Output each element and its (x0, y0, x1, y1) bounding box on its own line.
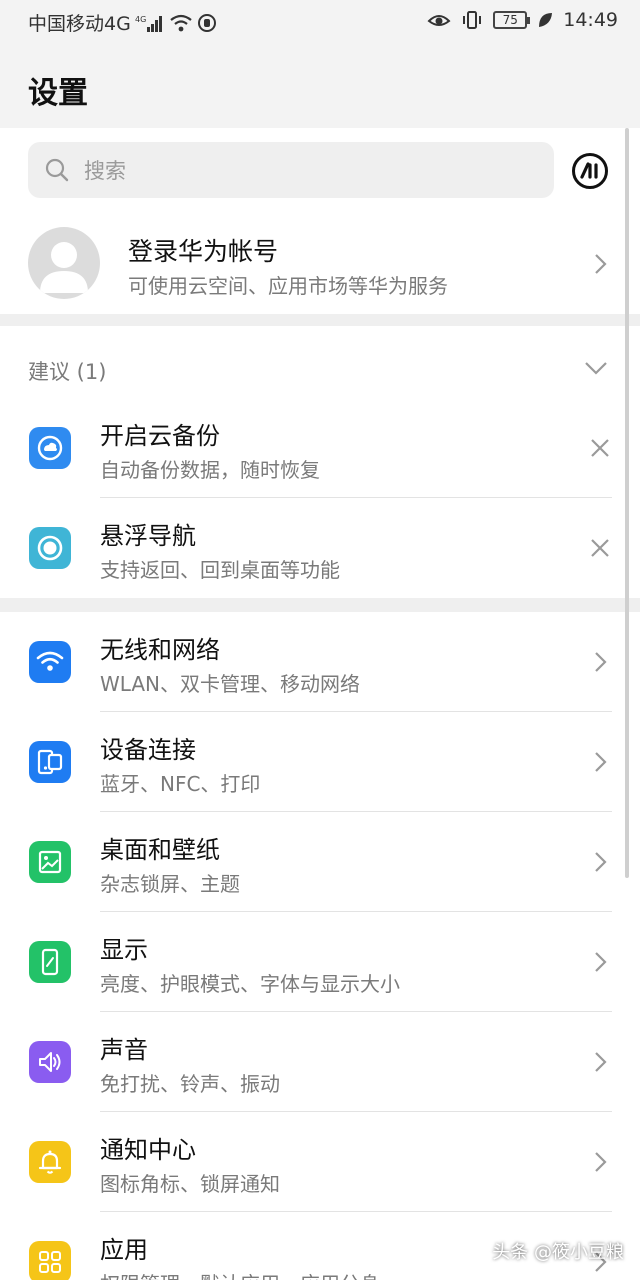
suggestion-subtitle: 支持返回、回到桌面等功能 (100, 558, 340, 582)
status-bar: 中国移动4G 4G 75 14:49 (0, 0, 640, 44)
sound-icon (29, 1041, 71, 1083)
suggestions-section: 建议 (1) 开启云备份 自动备份数据，随时恢复 悬浮导航 支持返回、回到桌面等… (0, 326, 640, 598)
item-title: 设备连接 (100, 736, 196, 764)
chevron-right-icon (595, 1152, 607, 1172)
account-title: 登录华为帐号 (128, 237, 279, 266)
header: 设置 (0, 44, 640, 128)
settings-list: 无线和网络 WLAN、双卡管理、移动网络 设备连接 蓝牙、NFC、打印 桌面和壁… (0, 612, 640, 1280)
suggestion-cloud-backup[interactable]: 开启云备份 自动备份数据，随时恢复 (0, 398, 640, 498)
search-icon (45, 158, 69, 182)
device-connect-icon (29, 741, 71, 783)
suggestion-subtitle: 自动备份数据，随时恢复 (100, 458, 320, 482)
account-subtitle: 可使用云空间、应用市场等华为服务 (128, 274, 448, 298)
wallpaper-icon (29, 841, 71, 883)
chevron-down-icon[interactable] (584, 360, 608, 376)
settings-item-device-connect[interactable]: 设备连接 蓝牙、NFC、打印 (0, 712, 640, 812)
settings-item-sound[interactable]: 声音 免打扰、铃声、振动 (0, 1012, 640, 1112)
clock: 14:49 (563, 9, 618, 31)
chevron-right-icon (595, 652, 607, 672)
vibrate-icon (463, 11, 482, 29)
search-input[interactable]: 搜索 (28, 142, 554, 198)
close-icon[interactable] (590, 536, 610, 560)
suggestion-title: 开启云备份 (100, 422, 220, 450)
status-left: 中国移动4G 4G (28, 9, 217, 36)
signal-icon: 4G (135, 15, 162, 32)
settings-item-wireless[interactable]: 无线和网络 WLAN、双卡管理、移动网络 (0, 612, 640, 712)
item-title: 桌面和壁纸 (100, 836, 220, 864)
settings-item-notifications[interactable]: 通知中心 图标角标、锁屏通知 (0, 1112, 640, 1212)
scrollbar[interactable] (625, 128, 629, 878)
apps-icon (29, 1241, 71, 1280)
huawei-assistant-icon[interactable] (571, 152, 609, 190)
suggestion-title: 悬浮导航 (100, 522, 196, 550)
account-row[interactable]: 登录华为帐号 可使用云空间、应用市场等华为服务 (0, 218, 640, 314)
eye-comfort-icon (427, 15, 451, 26)
section-divider (0, 598, 640, 612)
item-title: 应用 (100, 1236, 148, 1264)
floating-nav-icon (29, 527, 71, 569)
chevron-right-icon (595, 952, 607, 972)
wifi-status-icon (170, 14, 192, 31)
item-subtitle: 权限管理、默认应用、应用分身 (100, 1268, 380, 1280)
status-right: 75 14:49 (427, 9, 618, 31)
item-title: 无线和网络 (100, 636, 220, 664)
chevron-right-icon (595, 1052, 607, 1072)
wifi-icon (29, 641, 71, 683)
settings-item-display[interactable]: 显示 亮度、护眼模式、字体与显示大小 (0, 912, 640, 1012)
item-title: 显示 (100, 936, 148, 964)
hand-status-icon (197, 13, 216, 32)
suggestions-label: 建议 (1) (28, 360, 107, 384)
section-divider (0, 314, 640, 326)
item-subtitle: 蓝牙、NFC、打印 (100, 772, 261, 796)
user-avatar-icon (40, 242, 88, 293)
display-icon (29, 941, 71, 983)
item-subtitle: WLAN、双卡管理、移动网络 (100, 672, 361, 696)
bell-icon (29, 1141, 71, 1183)
chevron-right-icon (595, 752, 607, 772)
chevron-right-icon (595, 852, 607, 872)
avatar (28, 227, 100, 299)
item-subtitle: 亮度、护眼模式、字体与显示大小 (100, 972, 400, 996)
cloud-backup-icon (29, 427, 71, 469)
page-title: 设置 (28, 76, 88, 111)
close-icon[interactable] (590, 436, 610, 460)
item-subtitle: 杂志锁屏、主题 (100, 872, 240, 896)
search-area: 搜索 (0, 128, 640, 218)
item-subtitle: 图标角标、锁屏通知 (100, 1172, 280, 1196)
item-title: 通知中心 (100, 1136, 196, 1164)
svg-text:4G: 4G (135, 15, 146, 24)
suggestion-floating-nav[interactable]: 悬浮导航 支持返回、回到桌面等功能 (0, 498, 640, 598)
settings-item-wallpaper[interactable]: 桌面和壁纸 杂志锁屏、主题 (0, 812, 640, 912)
battery-indicator: 75 (493, 11, 531, 29)
item-title: 声音 (100, 1036, 148, 1064)
carrier-label: 中国移动4G (28, 13, 131, 35)
leaf-icon (539, 13, 553, 27)
watermark: 头条 @筱小豆粮 (492, 1242, 624, 1263)
item-subtitle: 免打扰、铃声、振动 (100, 1072, 280, 1096)
search-placeholder: 搜索 (84, 159, 126, 183)
chevron-right-icon (595, 254, 607, 274)
